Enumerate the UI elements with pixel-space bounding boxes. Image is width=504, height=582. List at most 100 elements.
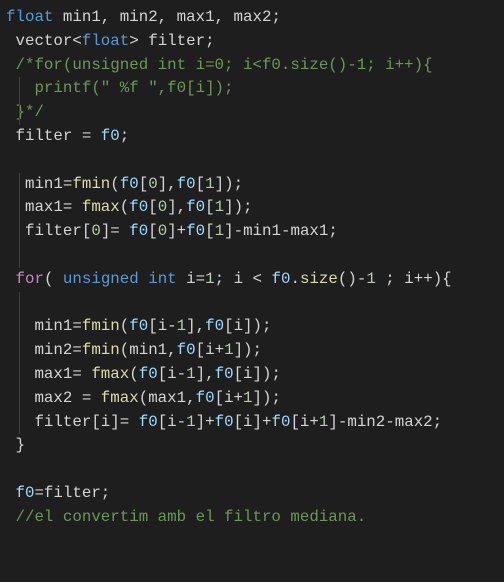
code-token: i=: [176, 269, 206, 288]
code-token: 0: [157, 198, 168, 217]
code-token: [i]+: [233, 412, 272, 431]
indent-guide: [19, 291, 20, 316]
code-token: ; i++){: [375, 269, 452, 288]
code-token: f0: [129, 222, 149, 241]
code-token: printf(" %f ",f0[i]);: [6, 79, 234, 98]
code-line[interactable]: vector<float> filter;: [6, 30, 452, 54]
indent-guide: [19, 243, 20, 268]
code-line[interactable]: [6, 291, 452, 316]
code-token: =filter;: [34, 483, 111, 502]
code-token: > filter;: [129, 31, 215, 50]
code-token: [: [148, 198, 158, 217]
code-line[interactable]: }: [6, 434, 452, 458]
code-token: ]);: [233, 341, 263, 360]
code-line[interactable]: min2=fmin(min1,f0[i+1]);: [6, 339, 452, 363]
code-token: [i+: [195, 341, 225, 360]
code-line[interactable]: printf(" %f ",f0[i]);: [6, 77, 452, 102]
code-token: ]);: [224, 198, 253, 217]
code-token: [i-: [157, 364, 187, 383]
code-token: min1=: [6, 317, 82, 336]
indent-guide: [19, 172, 20, 197]
code-line[interactable]: f0=filter;: [6, 482, 452, 506]
code-token: min1, min2, max1, max2;: [53, 8, 281, 26]
code-line[interactable]: //el convertim amb el filtro mediana.: [6, 506, 452, 530]
code-token: [: [138, 174, 149, 193]
code-line[interactable]: max1= fmax(f0[i-1],f0[i]);: [6, 362, 452, 387]
code-token: float: [6, 8, 54, 26]
code-token: [i+: [290, 412, 319, 431]
code-token: ]=: [100, 222, 130, 241]
code-token: /*for(unsigned int i=0; i<f0.size()-1; i…: [6, 55, 433, 74]
code-token: [i-: [148, 317, 177, 336]
code-line[interactable]: [6, 243, 452, 268]
code-token: min2=: [6, 341, 82, 360]
code-token: [i-: [157, 412, 187, 431]
code-token: ],: [157, 174, 177, 193]
code-token: f0: [129, 317, 149, 336]
code-line[interactable]: filter[i]= f0[i-1]+f0[i]+f0[i+1]-min2-ma…: [6, 410, 452, 435]
code-token: 1: [243, 388, 253, 407]
code-token: [: [205, 222, 215, 241]
code-token: (: [110, 174, 120, 193]
code-token: fmax: [91, 364, 130, 383]
code-token: [i]);: [233, 364, 281, 383]
code-token: f0: [129, 198, 149, 217]
code-line[interactable]: }*/: [6, 101, 452, 125]
code-line[interactable]: filter[0]= f0[0]+f0[1]-min1-max1;: [6, 220, 452, 244]
code-token: f0: [138, 364, 158, 383]
code-token: .: [290, 269, 300, 288]
code-line[interactable]: max1= fmax(f0[0],f0[1]);: [6, 196, 452, 221]
code-token: f0: [195, 388, 215, 407]
code-token: [: [195, 174, 206, 193]
code-token: ]-min2-max2;: [328, 412, 443, 431]
code-token: }: [6, 436, 25, 455]
code-token: 0: [148, 174, 158, 193]
code-token: unsigned int: [62, 269, 177, 288]
code-token: f0: [176, 174, 196, 193]
code-token: fmin: [72, 174, 111, 193]
code-token: for: [15, 269, 44, 288]
code-token: 0: [91, 222, 101, 241]
code-token: (: [129, 364, 139, 383]
code-token: 1: [214, 198, 225, 217]
code-line[interactable]: /*for(unsigned int i=0; i<f0.size()-1; i…: [6, 54, 452, 78]
indent-guide: [19, 386, 20, 411]
code-editor[interactable]: float min1, min2, max1, max2; vector<flo…: [6, 6, 452, 530]
code-token: fmin: [81, 317, 120, 336]
code-token: ]+: [195, 412, 215, 431]
code-token: 1: [366, 269, 376, 288]
code-token: ]);: [252, 388, 281, 407]
code-token: fmin: [81, 341, 120, 360]
code-token: f0: [271, 412, 291, 431]
code-line[interactable]: float min1, min2, max1, max2;: [6, 6, 452, 30]
code-token: 1: [205, 269, 215, 288]
code-token: f0: [138, 412, 158, 431]
code-token: fmax: [100, 388, 139, 407]
code-line[interactable]: max2 = fmax(max1,f0[i+1]);: [6, 386, 452, 411]
code-token: vector<: [6, 31, 82, 50]
indent-guide: [19, 220, 20, 244]
code-token: 1: [205, 174, 215, 193]
code-line[interactable]: filter = f0;: [6, 125, 452, 149]
code-line[interactable]: min1=fmin(f0[0],f0[1]);: [6, 172, 452, 197]
code-token: f0: [214, 412, 234, 431]
code-line[interactable]: for( unsigned int i=1; i < f0.size()-1 ;…: [6, 268, 452, 292]
code-line[interactable]: min1=fmin(f0[i-1],f0[i]);: [6, 315, 452, 340]
code-line[interactable]: [6, 149, 452, 173]
code-token: min1=: [6, 174, 73, 193]
code-token: filter =: [6, 126, 101, 145]
code-token: ]);: [214, 174, 244, 193]
code-token: f0: [271, 269, 291, 288]
code-token: 1: [318, 412, 329, 431]
code-token: f0: [186, 222, 206, 241]
code-token: [i]);: [224, 317, 272, 336]
code-token: ],: [195, 364, 215, 383]
code-token: 1: [186, 412, 196, 431]
code-token: ],: [167, 198, 187, 217]
code-line[interactable]: [6, 458, 452, 482]
code-token: //el convertim amb el filtro mediana.: [6, 507, 367, 526]
code-token: f0: [186, 198, 206, 217]
code-token: f0: [15, 483, 35, 502]
indent-guide: [19, 339, 20, 363]
code-token: (: [43, 269, 63, 288]
